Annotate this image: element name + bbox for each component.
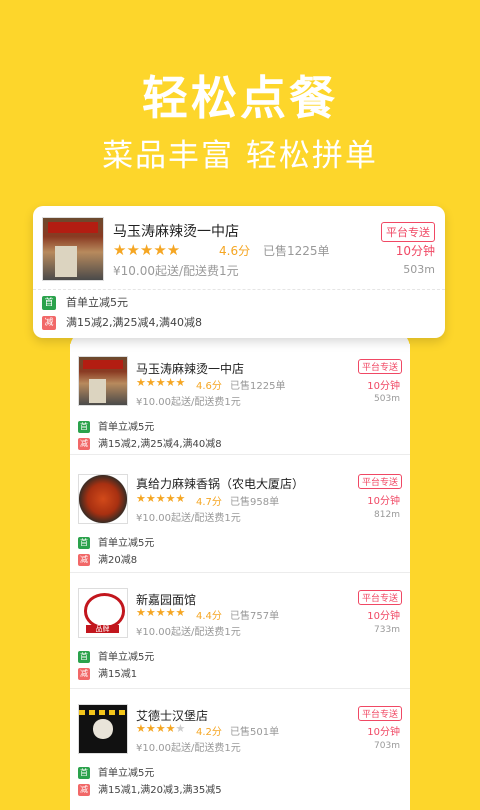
first-order-icon: 首 [78,421,90,433]
platform-delivery-badge: 平台专送 [357,706,402,721]
promo-text: 首单立减5元 [98,652,155,663]
hero-subtitle: 菜品丰富 轻松拼单 [102,138,378,174]
divider [33,289,445,290]
sold-count: 已售958单 [230,497,280,508]
platform-delivery-badge: 平台专送 [357,474,402,489]
promo-text: 满15减1,满20减3,满35减5 [98,785,222,796]
list-item[interactable]: 真给力麻辣香锅（农电大厦店） ★★★★★ 4.7分 已售958单 ¥10.00起… [70,462,410,573]
featured-restaurant-card[interactable]: 马玉涛麻辣烫一中店 ★★★★★ 4.6分 已售1225单 ¥10.00起送/配送… [33,206,445,338]
rating-score: 4.6分 [219,244,251,258]
rating-score: 4.6分 [196,381,222,392]
restaurant-thumbnail [42,217,104,281]
discount-icon: 减 [78,438,90,450]
rating-score: 4.7分 [196,497,222,508]
sold-count: 已售1225单 [263,244,330,258]
rating-score: 4.2分 [196,727,222,738]
distance: 703m [374,741,400,751]
first-order-icon: 首 [78,537,90,549]
promo-first-order: 首首单立减5元 [78,534,154,549]
rating-stars: ★★★★★ [136,492,186,505]
delivery-fee: ¥10.00起送/配送费1元 [136,743,241,754]
restaurant-thumbnail [78,704,128,754]
delivery-time: 10分钟 [367,611,400,622]
promo-discount: 减满15减1 [78,665,137,680]
promo-discount: 减满15减2,满25减4,满40减8 [78,435,222,450]
delivery-fee: ¥10.00起送/配送费1元 [113,264,239,278]
sold-count: 已售757单 [230,611,280,622]
rating-stars: ★★★★★ [113,241,181,259]
platform-delivery-badge: 平台专送 [381,222,435,242]
platform-delivery-badge: 平台专送 [357,590,402,605]
promo-text: 首单立减5元 [98,538,155,549]
rating-stars: ★★★★★ [136,606,186,619]
restaurant-name: 真给力麻辣香锅（农电大厦店） [136,477,305,491]
delivery-time: 10分钟 [395,244,435,258]
list-item[interactable]: 品牌 新嘉园面馆 ★★★★★ 4.4分 已售757单 ¥10.00起送/配送费1… [70,578,410,689]
sold-count: 已售501单 [230,727,280,738]
discount-icon: 减 [78,784,90,796]
rating-score: 4.4分 [196,611,222,622]
promo-text: 首单立减5元 [98,768,155,779]
discount-icon: 减 [78,668,90,680]
delivery-fee: ¥10.00起送/配送费1元 [136,397,241,408]
distance: 733m [374,625,400,635]
restaurant-thumbnail: 品牌 [78,588,128,638]
rating-stars: ★★★★★ [136,376,186,389]
delivery-time: 10分钟 [367,381,400,392]
distance: 503m [403,263,435,276]
promo-first-order: 首首单立减5元 [78,418,154,433]
hero-title: 轻松点餐 [142,71,338,125]
list-item[interactable]: 马玉涛麻辣烫一中店 ★★★★★ 4.6分 已售1225单 ¥10.00起送/配送… [70,344,410,455]
discount-icon: 减 [42,316,56,330]
promo-text: 满15减2,满25减4,满40减8 [66,316,202,329]
first-order-icon: 首 [78,651,90,663]
distance: 812m [374,510,400,520]
promo-discount: 减满15减2,满25减4,满40减8 [42,314,202,330]
restaurant-list: 马玉涛麻辣烫一中店 ★★★★★ 4.6分 已售1225单 ¥10.00起送/配送… [70,330,410,810]
promo-first-order: 首首单立减5元 [78,648,154,663]
restaurant-thumbnail [78,474,128,524]
sold-count: 已售1225单 [230,381,286,392]
list-item[interactable]: 艾德士汉堡店 ★★★★★ 4.2分 已售501单 ¥10.00起送/配送费1元 … [70,694,410,810]
promo-discount: 减满15减1,满20减3,满35减5 [78,781,222,796]
promo-discount: 减满20减8 [78,551,137,566]
platform-delivery-badge: 平台专送 [357,359,402,374]
promo-text: 满15减1 [98,669,138,680]
promo-text: 首单立减5元 [66,296,128,309]
promo-text: 满15减2,满25减4,满40减8 [98,439,222,450]
promo-text: 满20减8 [98,555,138,566]
first-order-icon: 首 [78,767,90,779]
restaurant-thumbnail [78,356,128,406]
delivery-fee: ¥10.00起送/配送费1元 [136,627,241,638]
first-order-icon: 首 [42,296,56,310]
delivery-time: 10分钟 [367,496,400,507]
delivery-fee: ¥10.00起送/配送费1元 [136,513,241,524]
distance: 503m [374,394,400,404]
restaurant-name: 马玉涛麻辣烫一中店 [136,362,245,376]
promo-first-order: 首首单立减5元 [78,764,154,779]
delivery-time: 10分钟 [367,727,400,738]
discount-icon: 减 [78,554,90,566]
rating-stars: ★★★★★ [136,722,186,735]
promo-first-order: 首首单立减5元 [42,294,128,310]
promo-text: 首单立减5元 [98,422,155,433]
restaurant-name: 马玉涛麻辣烫一中店 [113,224,239,240]
